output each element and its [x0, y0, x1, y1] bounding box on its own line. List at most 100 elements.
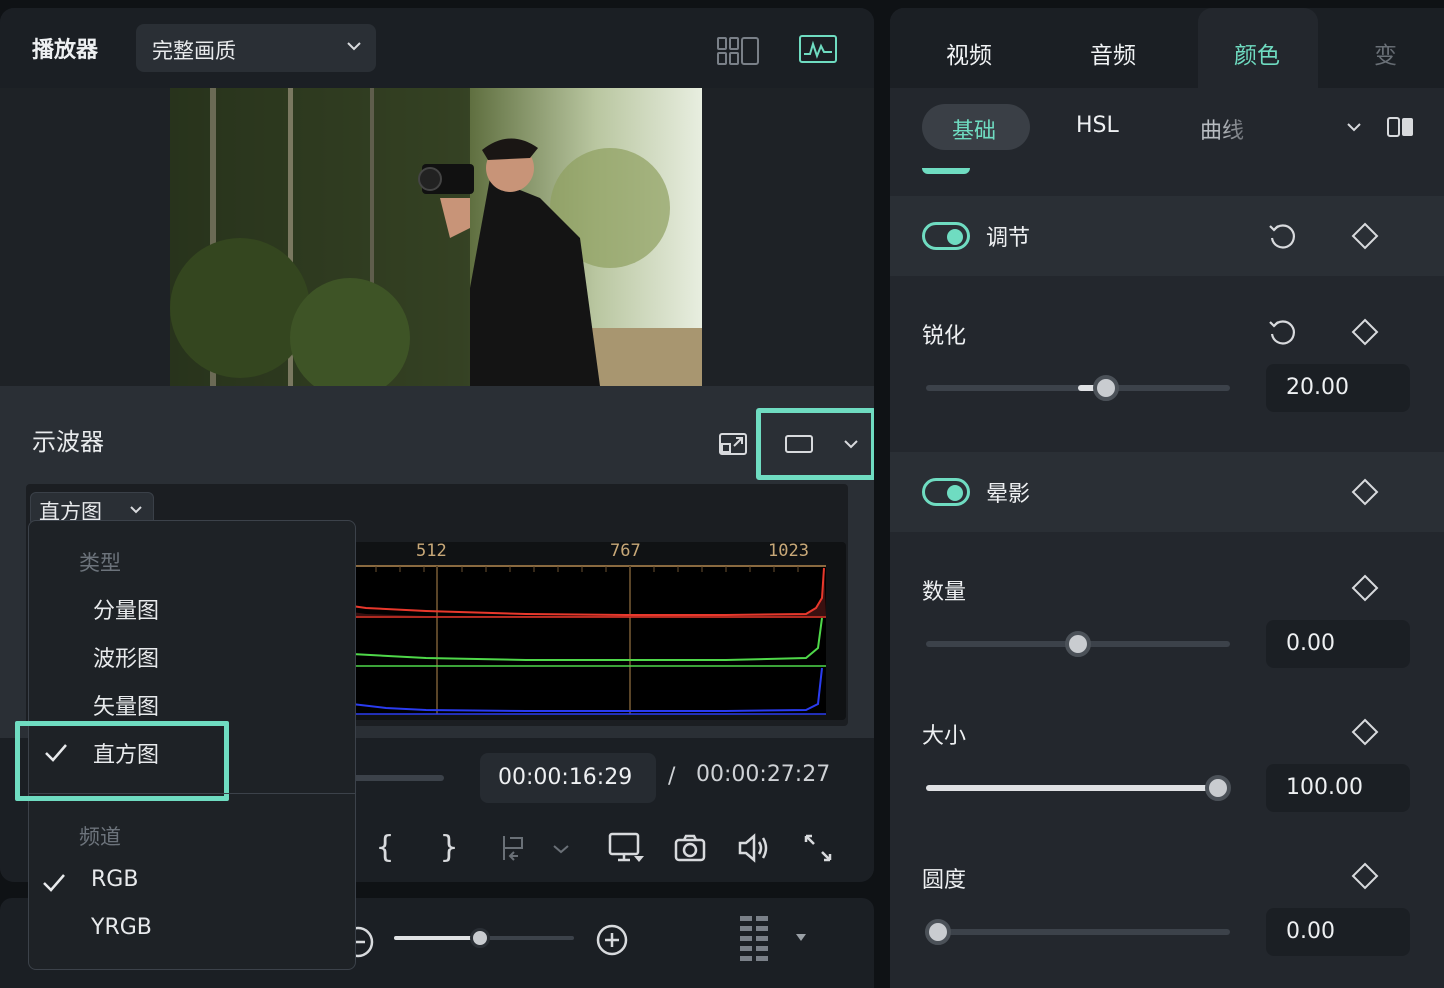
inspector-panel: 视频 音频 颜色 变 基础 HSL 曲线 调节: [890, 8, 1444, 988]
keyframe-icon[interactable]: [1350, 573, 1380, 603]
vignette-toggle[interactable]: [922, 478, 970, 506]
checkmark-icon: [43, 874, 65, 892]
menu-header-channel: 频道: [79, 825, 121, 849]
caret-down-icon[interactable]: [794, 932, 808, 944]
param-label-sharpen: 锐化: [922, 324, 967, 349]
value-text: 100.00: [1286, 775, 1363, 800]
subtab-label: 基础: [952, 119, 997, 144]
menu-item-parade[interactable]: 分量图: [29, 585, 355, 631]
section-label-adjust: 调节: [986, 226, 1031, 251]
keyframe-icon[interactable]: [1350, 861, 1380, 891]
popout-icon[interactable]: [718, 428, 748, 456]
total-duration: 00:00:27:27: [696, 762, 831, 787]
section-adjust: 调节: [890, 196, 1444, 276]
histogram-tick: 767: [610, 541, 641, 561]
param-label-roundness: 圆度: [922, 868, 967, 893]
zoom-slider-fill: [394, 936, 480, 940]
tab-label: 颜色: [1234, 43, 1280, 69]
time-separator: /: [668, 764, 676, 789]
subtab-overflow-fade: [1220, 116, 1280, 162]
size-value-field[interactable]: 100.00: [1266, 764, 1410, 812]
scrolled-toggle-edge: [922, 168, 970, 174]
single-layout-icon: [785, 435, 813, 453]
slider-thumb[interactable]: [1065, 631, 1091, 657]
menu-item-label: 波形图: [93, 647, 160, 672]
slider-thumb[interactable]: [1093, 375, 1119, 401]
menu-item-waveform[interactable]: 波形图: [29, 633, 355, 679]
param-label-amount: 数量: [922, 580, 967, 605]
tab-label: 音频: [1090, 43, 1136, 69]
subtab-hsl[interactable]: HSL: [1056, 104, 1146, 150]
waveform-icon[interactable]: [798, 34, 838, 64]
menu-item-rgb[interactable]: RGB: [29, 859, 355, 905]
quality-select[interactable]: 完整画质: [136, 24, 376, 72]
section-vignette: 晕影: [890, 452, 1444, 532]
menu-item-yrgb[interactable]: YRGB: [29, 907, 355, 953]
mark-in-button[interactable]: {: [376, 830, 394, 865]
menu-item-label: YRGB: [91, 915, 152, 940]
display-icon[interactable]: [606, 830, 646, 866]
tab-label: 视频: [946, 43, 992, 69]
amount-slider[interactable]: [926, 631, 1230, 657]
current-time[interactable]: 00:00:16:29: [480, 753, 656, 803]
subtab-basic[interactable]: 基础: [922, 104, 1030, 150]
size-slider[interactable]: [926, 775, 1231, 801]
amount-value-field[interactable]: 0.00: [1266, 620, 1410, 668]
keyframe-icon[interactable]: [1350, 717, 1380, 747]
video-frame[interactable]: [170, 88, 702, 386]
roundness-slider[interactable]: [925, 919, 1230, 945]
reset-icon[interactable]: [1266, 220, 1298, 252]
subtab-label: HSL: [1076, 113, 1119, 138]
tab-color[interactable]: 颜色: [1198, 8, 1318, 88]
grid-view-icon[interactable]: [716, 36, 760, 66]
fullscreen-icon[interactable]: [800, 830, 836, 866]
toggle-knob: [947, 229, 963, 245]
value-text: 0.00: [1286, 919, 1335, 944]
chevron-down-icon: [130, 506, 142, 514]
insert-clip-icon[interactable]: [498, 830, 534, 866]
tab-audio[interactable]: 音频: [1074, 8, 1158, 88]
mark-out-button[interactable]: }: [440, 830, 458, 865]
section-label-vignette: 晕影: [986, 482, 1031, 507]
value-text: 20.00: [1286, 375, 1349, 400]
slider-thumb[interactable]: [925, 919, 951, 945]
tab-video[interactable]: 视频: [930, 8, 1014, 88]
sharpen-slider[interactable]: [926, 375, 1230, 401]
scope-title: 示波器: [32, 428, 104, 456]
adjust-toggle[interactable]: [922, 222, 970, 250]
menu-item-label: 分量图: [93, 599, 160, 624]
scope-layout-toggle[interactable]: [756, 408, 874, 480]
zoom-slider[interactable]: [394, 928, 574, 948]
menu-item-label: RGB: [91, 867, 139, 892]
toggle-knob: [947, 485, 963, 501]
menu-divider: [29, 793, 355, 794]
slider-thumb[interactable]: [1205, 775, 1231, 801]
selection-highlight: [15, 721, 229, 801]
roundness-value-field[interactable]: 0.00: [1266, 908, 1410, 956]
keyframe-icon[interactable]: [1350, 477, 1380, 507]
camera-icon[interactable]: [672, 830, 708, 866]
sharpen-value-field[interactable]: 20.00: [1266, 364, 1410, 412]
menu-item-label: 矢量图: [93, 695, 160, 720]
quality-value: 完整画质: [152, 39, 236, 63]
param-label-size: 大小: [922, 724, 967, 749]
reset-icon[interactable]: [1266, 316, 1298, 348]
histogram-tick: 1023: [768, 541, 809, 561]
slider-fill: [926, 785, 1216, 791]
zoom-slider-thumb[interactable]: [470, 928, 490, 948]
chevron-down-icon[interactable]: [1346, 120, 1362, 134]
volume-icon[interactable]: [736, 830, 772, 866]
compare-view-icon[interactable]: [1386, 116, 1416, 138]
keyframe-icon[interactable]: [1350, 317, 1380, 347]
value-text: 0.00: [1286, 631, 1335, 656]
track-height-icon[interactable]: [736, 914, 772, 964]
menu-header-type: 类型: [79, 551, 121, 575]
player-header: 播放器 完整画质: [0, 8, 874, 88]
current-time-text: 00:00:16:29: [498, 765, 633, 790]
playback-progress[interactable]: [350, 775, 444, 781]
chevron-down-icon[interactable]: [548, 830, 574, 866]
tab-overflow-fade: [1390, 8, 1444, 88]
zoom-in-icon[interactable]: [594, 922, 630, 958]
chevron-down-icon: [844, 440, 858, 449]
keyframe-icon[interactable]: [1350, 221, 1380, 251]
